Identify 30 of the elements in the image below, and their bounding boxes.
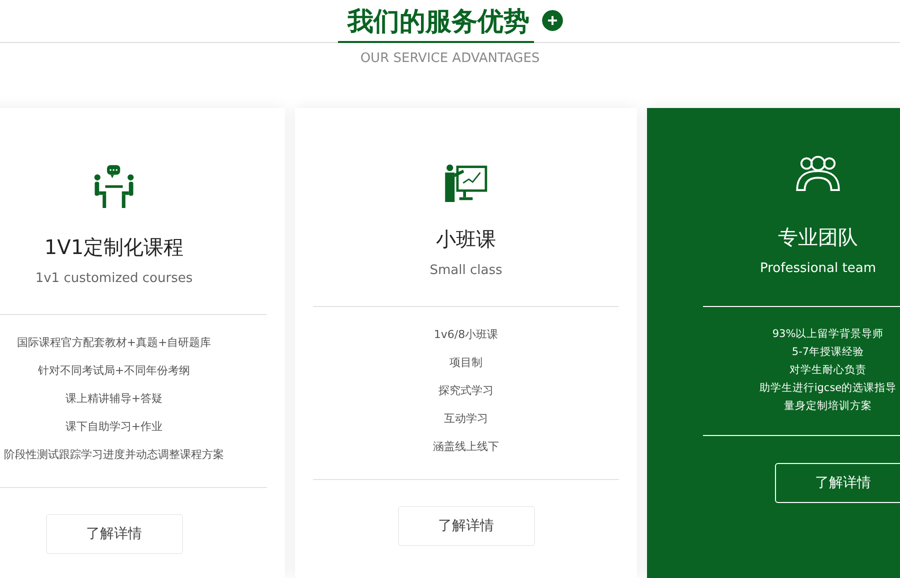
card-subtitle: Professional team [760, 261, 876, 276]
feature-text: 针对不同考试局+不同年份考纲 [38, 363, 190, 379]
card-title: 小班课 [436, 226, 496, 253]
card-title: 1V1定制化课程 [44, 234, 184, 261]
plus-icon [542, 10, 562, 30]
feature-text: 1v6/8小班课 [434, 327, 498, 343]
feature-text: 对学生耐心负责 [790, 363, 866, 378]
feature-text: 量身定制培训方案 [784, 399, 872, 414]
feature-text: 探究式学习 [438, 383, 494, 399]
feature-text: 课上精讲辅导+答疑 [65, 391, 163, 407]
team-icon [793, 154, 843, 192]
section-subtitle: OUR SERVICE ADVANTAGES [360, 51, 540, 66]
feature-text: 助学生进行igcse的选课指导 [759, 381, 897, 396]
feature-text: 国际课程官方配套教材+真题+自研题库 [16, 335, 212, 351]
feature-text: 涵盖线上线下 [433, 439, 499, 455]
feature-text: 项目制 [450, 355, 482, 371]
section-title: 我们的服务优势 [338, 1, 534, 43]
details-button[interactable]: 了解详情 [46, 514, 182, 554]
card-subtitle: 1v1 customized courses [35, 271, 193, 286]
card-subtitle: Small class [430, 263, 502, 278]
meeting-icon [93, 164, 135, 210]
feature-text: 互动学习 [444, 411, 488, 427]
feature-text: 5-7年授课经验 [792, 345, 864, 360]
details-button[interactable]: 了解详情 [774, 463, 900, 503]
feature-text: 93%以上留学背景导师 [772, 327, 884, 342]
feature-text: 课下自助学习+作业 [65, 419, 163, 435]
card-title: 专业团队 [778, 224, 858, 251]
presenter-chart-icon [444, 164, 488, 202]
feature-text: 阶段性测试跟踪学习进度并动态调整课程方案 [4, 447, 224, 463]
details-button[interactable]: 了解详情 [398, 506, 534, 546]
